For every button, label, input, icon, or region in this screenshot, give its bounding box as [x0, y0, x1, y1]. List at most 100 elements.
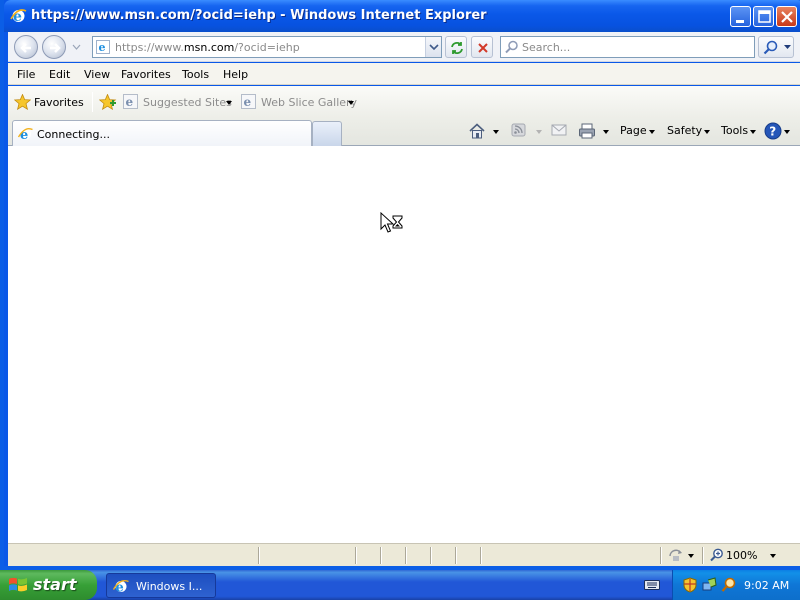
status-divider — [258, 547, 260, 564]
svg-text:e: e — [126, 95, 134, 109]
menu-view[interactable]: View — [84, 68, 110, 81]
forward-arrow-icon — [50, 43, 61, 53]
windows-logo-icon — [9, 577, 27, 592]
menu-file[interactable]: File — [17, 68, 35, 81]
menu-favorites[interactable]: Favorites — [121, 68, 171, 81]
page-ie-icon: e — [96, 40, 110, 54]
busy-cursor-icon — [380, 212, 403, 233]
title-bar[interactable]: e https://www.msn.com/?ocid=iehp - Windo… — [4, 0, 800, 32]
zoom-level[interactable]: 100% — [726, 549, 757, 562]
status-divider — [702, 547, 704, 564]
start-label: start — [33, 575, 77, 594]
toolbar-divider — [92, 92, 93, 112]
maximize-button[interactable] — [753, 6, 774, 27]
status-divider — [355, 547, 357, 564]
status-divider — [455, 547, 457, 564]
minimize-button[interactable] — [730, 6, 751, 27]
new-tab-button[interactable] — [312, 121, 342, 146]
web-slice-gallery-link[interactable]: Web Slice Gallery — [261, 96, 357, 109]
suggested-sites-ie-icon: e — [123, 94, 138, 109]
taskbar: start e Windows I... 9:02 AM — [0, 570, 800, 600]
read-mail-icon[interactable] — [551, 122, 567, 138]
address-dropdown-button[interactable] — [425, 37, 441, 57]
favorites-star-icon — [14, 94, 31, 110]
protected-mode-chevron-icon[interactable] — [688, 554, 694, 558]
help-chevron-icon[interactable] — [784, 130, 790, 134]
page-menu-button[interactable]: Page — [620, 124, 647, 137]
menu-tools[interactable]: Tools — [182, 68, 209, 81]
recent-pages-dropdown-icon[interactable] — [72, 42, 81, 51]
page-content[interactable] — [8, 146, 800, 543]
search-options-chevron-icon[interactable] — [784, 45, 791, 50]
search-go-icon — [763, 40, 778, 55]
status-divider — [430, 547, 432, 564]
refresh-icon — [451, 42, 463, 54]
zoom-icon[interactable] — [710, 548, 724, 562]
search-tray-icon[interactable] — [721, 577, 737, 593]
taskbar-window-label: Windows I... — [136, 580, 203, 593]
home-chevron-icon[interactable] — [493, 130, 499, 134]
favorites-button[interactable]: Favorites — [34, 96, 84, 109]
chevron-down-icon — [429, 44, 439, 51]
keyboard-language-icon[interactable] — [644, 579, 660, 591]
print-icon[interactable] — [578, 122, 596, 140]
stop-icon — [478, 43, 488, 53]
refresh-button[interactable] — [445, 36, 467, 58]
search-placeholder: Search... — [522, 41, 571, 54]
maximize-icon — [758, 10, 771, 23]
status-divider — [660, 547, 662, 564]
menu-help[interactable]: Help — [223, 68, 248, 81]
zoom-chevron-icon[interactable] — [770, 554, 776, 558]
add-to-favorites-bar-icon[interactable] — [99, 94, 117, 110]
taskbar-ie-window-button[interactable]: e Windows I... — [106, 573, 216, 598]
start-button[interactable]: start — [0, 570, 97, 600]
tab-ie-icon: e — [18, 127, 33, 141]
web-slice-gallery-chevron-icon[interactable] — [348, 101, 354, 105]
status-bar: 100% — [8, 543, 800, 566]
feeds-icon[interactable] — [511, 122, 527, 138]
window-title: https://www.msn.com/?ocid=iehp - Windows… — [31, 8, 487, 23]
safety-menu-button[interactable]: Safety — [667, 124, 702, 137]
back-button[interactable] — [14, 35, 38, 59]
minimize-icon — [736, 20, 744, 23]
tab-row: e Connecting... Page Safety Tools ? — [8, 118, 800, 146]
search-icon — [505, 40, 518, 54]
tools-menu-button[interactable]: Tools — [721, 124, 748, 137]
stop-button[interactable] — [471, 36, 493, 58]
ie-window: e https://www.msn.com/?ocid=iehp - Windo… — [0, 0, 800, 570]
search-box[interactable]: Search... — [500, 36, 755, 58]
status-divider — [405, 547, 407, 564]
address-bar[interactable]: e https://www.msn.com/?ocid=iehp — [92, 36, 442, 58]
print-chevron-icon[interactable] — [603, 130, 609, 134]
favorites-bar: Favorites e Suggested Sites e Web Slice … — [8, 86, 800, 118]
protected-mode-icon[interactable] — [668, 548, 684, 563]
suggested-sites-link[interactable]: Suggested Sites — [143, 96, 232, 109]
tab-label: Connecting... — [37, 128, 110, 141]
tools-chevron-icon[interactable] — [750, 130, 756, 134]
forward-button[interactable] — [42, 35, 66, 59]
close-button[interactable] — [776, 6, 797, 27]
status-divider — [480, 547, 482, 564]
safety-chevron-icon[interactable] — [704, 130, 710, 134]
search-go-button[interactable] — [758, 36, 794, 58]
help-icon[interactable]: ? — [764, 122, 782, 140]
address-url[interactable]: https://www.msn.com/?ocid=iehp — [115, 41, 300, 54]
back-arrow-icon — [20, 43, 31, 53]
ie-logo-icon: e — [10, 9, 27, 24]
tab-connecting[interactable]: e Connecting... — [12, 120, 312, 146]
page-chevron-icon[interactable] — [649, 130, 655, 134]
home-icon[interactable] — [468, 122, 486, 140]
menu-edit[interactable]: Edit — [49, 68, 70, 81]
suggested-sites-chevron-icon[interactable] — [226, 101, 232, 105]
svg-text:e: e — [99, 41, 106, 54]
taskbar-ie-icon: e — [113, 579, 129, 594]
svg-text:?: ? — [769, 125, 776, 139]
svg-text:e: e — [244, 95, 252, 109]
menu-bar: File Edit View Favorites Tools Help — [8, 63, 800, 85]
navigation-bar: e https://www.msn.com/?ocid=iehp Search.… — [8, 32, 800, 62]
close-icon — [781, 11, 793, 23]
status-divider — [380, 547, 382, 564]
security-shield-icon[interactable] — [683, 577, 697, 593]
network-icon[interactable] — [702, 577, 717, 592]
feeds-chevron-icon[interactable] — [536, 130, 542, 134]
